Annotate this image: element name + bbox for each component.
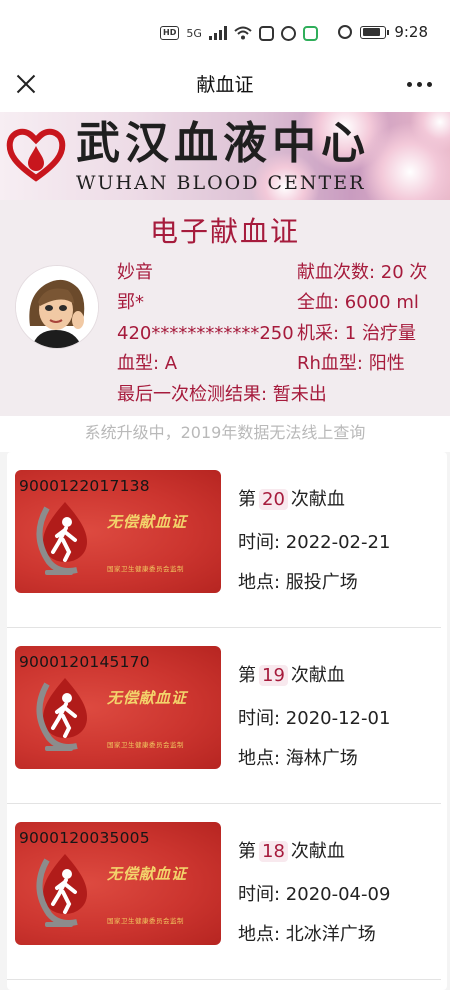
donation-count: 献血次数: 20 次 bbox=[297, 262, 428, 283]
blood-center-name-cn: 武汉血液中心 bbox=[76, 118, 370, 169]
card-issuer: 国家卫生健康委员会监制 bbox=[107, 565, 184, 573]
donation-time: 时间: 2022-02-21 bbox=[238, 532, 391, 553]
divider bbox=[7, 979, 441, 980]
blood-center-banner: 武汉血液中心 WUHAN BLOOD CENTER bbox=[0, 112, 450, 200]
avatar bbox=[16, 266, 98, 348]
card-number: 9000120035005 bbox=[19, 829, 150, 847]
donation-place: 地点: 海林广场 bbox=[238, 748, 358, 769]
donation-sequence-number: 18 bbox=[259, 841, 288, 862]
donation-sequence: 第 20 次献血 bbox=[238, 489, 345, 510]
whole-blood-volume: 全血: 6000 ml bbox=[297, 292, 419, 313]
nav-bar: 献血证 bbox=[0, 66, 450, 112]
card-number: 9000120145170 bbox=[19, 653, 150, 671]
wifi-icon bbox=[234, 26, 252, 40]
card-issuer: 国家卫生健康委员会监制 bbox=[107, 917, 184, 925]
donation-place: 地点: 服投广场 bbox=[238, 572, 358, 593]
card-title: 无偿献血证 bbox=[107, 513, 188, 531]
card-title: 无偿献血证 bbox=[107, 689, 188, 707]
list-item[interactable]: 9000120145170 无偿献血证 国家卫生健康委员会监制 第 19 次献血 时… bbox=[7, 628, 447, 804]
certificate-info: 电子献血证 妙音 郢* 420************250 血型: A 献血次… bbox=[0, 200, 450, 416]
blood-type: 血型: A bbox=[117, 353, 178, 374]
donor-emblem-icon bbox=[36, 854, 87, 927]
blood-center-logo-icon bbox=[6, 128, 66, 182]
donation-sequence-number: 19 bbox=[259, 665, 288, 686]
hd-badge: HD bbox=[160, 26, 180, 40]
donation-sequence: 第 18 次献血 bbox=[238, 841, 345, 862]
page-title: 献血证 bbox=[196, 74, 254, 96]
donor-name-line2: 郢* bbox=[117, 292, 144, 313]
id-number: 420************250 bbox=[117, 323, 294, 344]
alarm-icon bbox=[338, 25, 353, 39]
list-item[interactable]: 9000120035005 无偿献血证 国家卫生健康委员会监制 第 18 次献血 时… bbox=[7, 804, 447, 980]
status-bar: HD 5G 9:28 bbox=[0, 0, 450, 66]
donation-place: 地点: 北冰洋广场 bbox=[238, 924, 376, 945]
latest-test-result: 最后一次检测结果: 暂未出 bbox=[117, 384, 327, 405]
blood-center-name-en: WUHAN BLOOD CENTER bbox=[76, 172, 366, 194]
status-icons: HD 5G bbox=[160, 24, 318, 42]
rh-blood-type: Rh血型: 阳性 bbox=[297, 353, 405, 374]
network-type: 5G bbox=[186, 26, 202, 40]
signal-icon bbox=[208, 26, 227, 40]
donation-time: 时间: 2020-04-09 bbox=[238, 884, 391, 905]
certificate-title: 电子献血证 bbox=[149, 215, 300, 248]
app-notification-icon bbox=[258, 25, 274, 41]
apheresis-amount: 机采: 1 治疗量 bbox=[297, 323, 416, 344]
donor-name: 妙音 bbox=[117, 262, 153, 283]
card-title: 无偿献血证 bbox=[107, 865, 188, 883]
donor-card-image[interactable]: 9000120145170 无偿献血证 国家卫生健康委员会监制 bbox=[15, 646, 221, 769]
donor-emblem-icon bbox=[36, 678, 87, 751]
security-app-icon bbox=[302, 25, 318, 41]
donation-sequence: 第 19 次献血 bbox=[238, 665, 345, 686]
donation-record-list: 9000122017138 无偿献血证 国家卫生健康委员会监制 第 20 次献血 时… bbox=[7, 452, 447, 990]
more-menu-icon[interactable] bbox=[407, 82, 432, 87]
donation-sequence-number: 20 bbox=[259, 489, 288, 510]
donor-card-image[interactable]: 9000122017138 无偿献血证 国家卫生健康委员会监制 bbox=[15, 470, 221, 593]
donor-emblem-icon bbox=[36, 502, 87, 575]
battery-icon bbox=[360, 25, 390, 39]
status-right: 9:28 bbox=[338, 22, 428, 42]
app-notification-icon bbox=[280, 25, 296, 41]
list-item[interactable]: 9000122017138 无偿献血证 国家卫生健康委员会监制 第 20 次献血 时… bbox=[7, 452, 447, 628]
upgrade-notice: 系统升级中，2019年数据无法线上查询 bbox=[0, 416, 450, 452]
donor-card-image[interactable]: 9000120035005 无偿献血证 国家卫生健康委员会监制 bbox=[15, 822, 221, 945]
clock: 9:28 bbox=[394, 23, 428, 41]
donation-time: 时间: 2020-12-01 bbox=[238, 708, 391, 729]
card-issuer: 国家卫生健康委员会监制 bbox=[107, 741, 184, 749]
card-number: 9000122017138 bbox=[19, 477, 150, 495]
